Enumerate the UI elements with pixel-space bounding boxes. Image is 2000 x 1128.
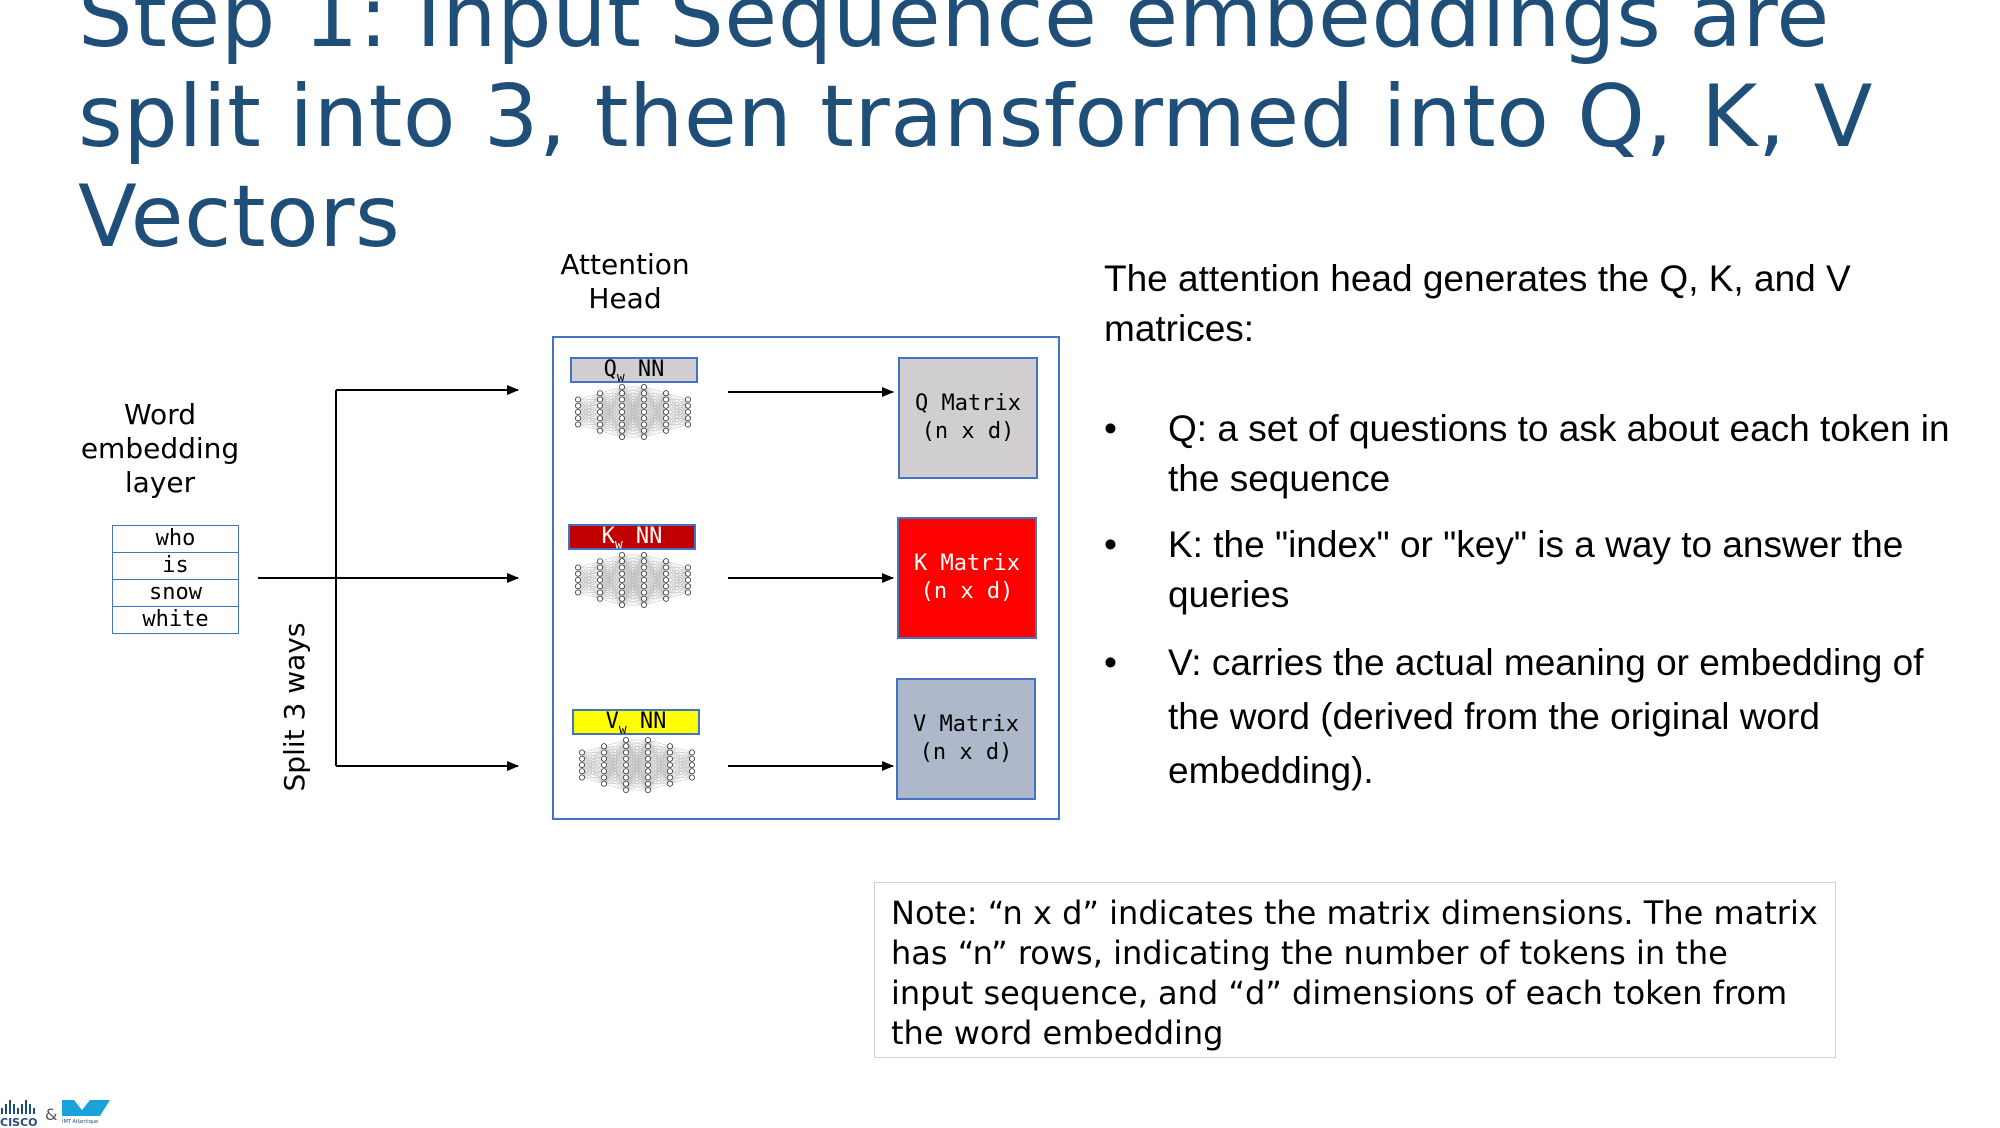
bullet-icon: • — [1104, 642, 1117, 683]
bullet-text: V: carries the actual meaning or embeddi… — [1168, 642, 1924, 791]
bullet-icon: • — [1104, 524, 1117, 565]
cisco-imt-logo: CISCO & IMT Atlantique — [0, 1100, 110, 1128]
k-nn-label: Kw NN — [568, 524, 696, 552]
q-network-icon — [575, 384, 692, 441]
split-label: Split 3 ways — [278, 622, 311, 792]
word-cell: snow — [112, 579, 239, 607]
slide-title: Step 1: Input Sequence embeddings are sp… — [78, 0, 1873, 267]
v-network-icon — [579, 737, 696, 794]
bullet-text: Q: a set of questions to ask about each … — [1168, 408, 1950, 499]
word-embedding-label: Word embedding layer — [80, 398, 240, 499]
q-matrix: Q Matrix (n x d) — [898, 357, 1038, 479]
word-cell: who — [112, 525, 239, 553]
k-nn-letter: K — [601, 524, 615, 549]
v-matrix: V Matrix (n x d) — [896, 678, 1036, 800]
word-cell: is — [112, 552, 239, 580]
q-nn-label: Qw NN — [570, 357, 698, 385]
word-cell: white — [112, 606, 239, 634]
q-nn-letter: Q — [603, 357, 617, 382]
svg-text:IMT Atlantique: IMT Atlantique — [62, 1119, 98, 1125]
q-nn-suffix: NN — [624, 357, 665, 382]
k-network-icon — [575, 552, 692, 609]
bullet-text: K: the "index" or "key" is a way to answ… — [1168, 524, 1904, 615]
list-item: • V: carries the actual meaning or embed… — [1104, 636, 1984, 798]
note-box: Note: “n x d” indicates the matrix dimen… — [874, 882, 1836, 1058]
v-nn-label: Vw NN — [572, 709, 700, 737]
list-item: • Q: a set of questions to ask about eac… — [1104, 404, 1984, 504]
explanation-list: • Q: a set of questions to ask about eac… — [1104, 404, 1984, 814]
explanation-intro: The attention head generates the Q, K, a… — [1104, 258, 1851, 349]
svg-text:&: & — [45, 1105, 57, 1124]
list-item: • K: the "index" or "key" is a way to an… — [1104, 520, 1984, 620]
svg-text:CISCO: CISCO — [0, 1116, 38, 1128]
k-matrix: K Matrix (n x d) — [897, 517, 1037, 639]
k-nn-suffix: NN — [622, 524, 663, 549]
v-nn-suffix: NN — [626, 709, 667, 734]
word-embedding-table: who is snow white — [112, 525, 239, 634]
bullet-icon: • — [1104, 408, 1117, 449]
attention-head-label: Attention Head — [560, 248, 690, 315]
v-nn-letter: V — [605, 709, 619, 734]
